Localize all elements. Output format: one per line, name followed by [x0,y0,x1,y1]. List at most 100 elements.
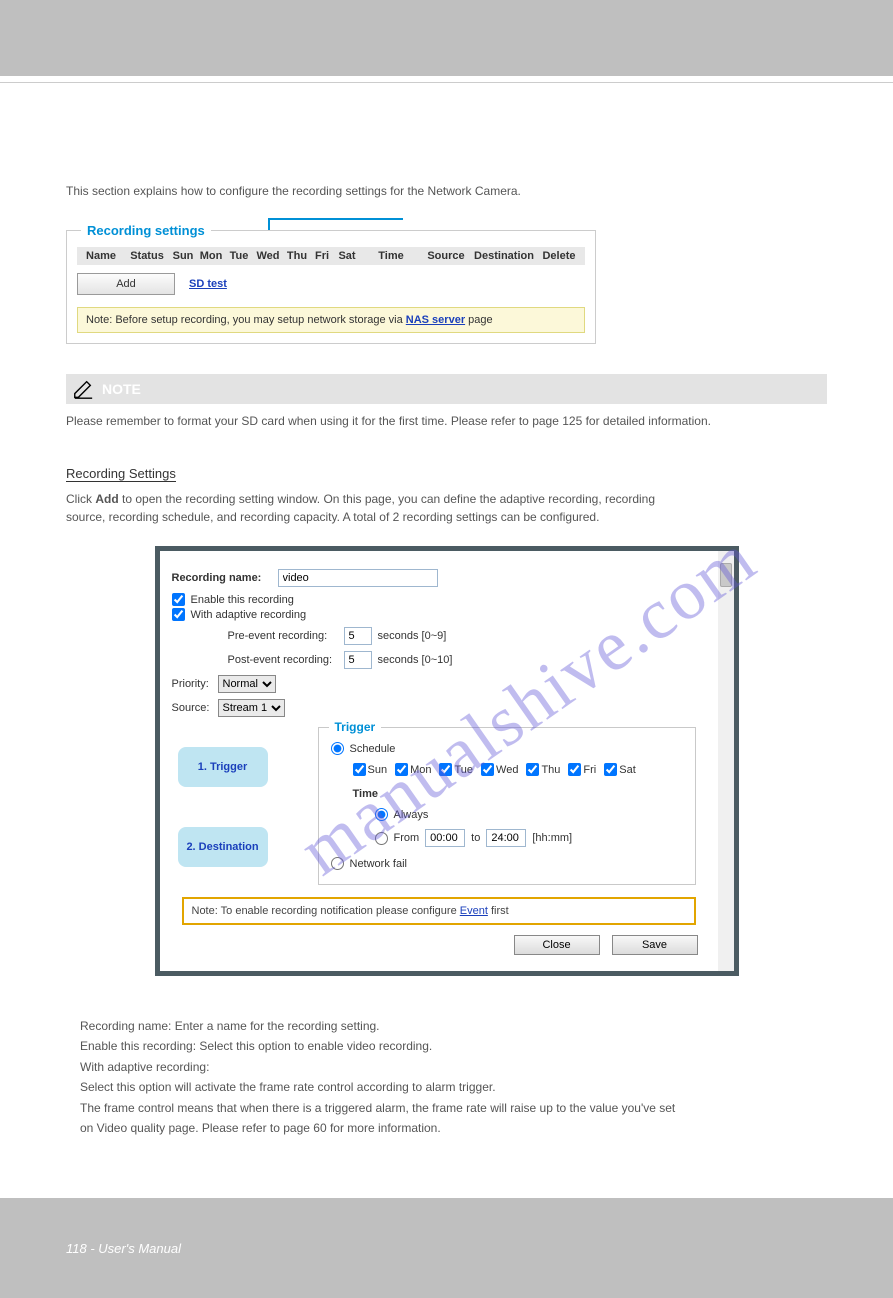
recording-settings-heading: Recording Settings [66,466,176,482]
panel-legend: Recording settings [81,223,211,238]
col-fri: Fri [311,250,333,262]
col-destination: Destination [471,250,537,262]
scrollbar-thumb[interactable] [720,563,732,587]
bullet-3b: Select this option will activate the fra… [80,1077,827,1097]
divider [0,82,893,83]
always-label: Always [394,809,429,821]
col-sun: Sun [169,250,197,262]
footer-bar: 118 - User's Manual [0,1198,893,1298]
adaptive-recording-label: With adaptive recording [191,609,307,621]
bullet-3c: The frame control means that when there … [80,1098,827,1118]
pre-event-suffix: seconds [0~9] [378,630,447,642]
step-trigger[interactable]: 1. Trigger [178,747,268,787]
days-row: Sun Mon Tue Wed Thu Fri Sat [353,763,683,776]
from-time-input[interactable] [425,829,465,847]
day-mon-label: Mon [410,764,431,776]
col-mon: Mon [197,250,225,262]
txt: Add [95,492,118,506]
bullet-3a: With adaptive recording: [80,1057,209,1077]
note-text: Please remember to format your SD card w… [66,412,827,430]
from-label: From [394,832,420,844]
day-thu-checkbox[interactable] [526,763,539,776]
col-status: Status [125,250,169,262]
event-link[interactable]: Event [460,905,488,917]
txt: Click [66,492,95,506]
day-tue-checkbox[interactable] [439,763,452,776]
bullet-1: Recording name: Enter a name for the rec… [80,1016,380,1036]
note-prefix: Note: To enable recording notification p… [192,905,460,917]
day-mon-checkbox[interactable] [395,763,408,776]
trigger-legend: Trigger [329,720,382,734]
hhmm-label: [hh:mm] [532,832,572,844]
bullet-3d: on Video quality page. Please refer to p… [80,1118,827,1138]
add-button[interactable]: Add [77,273,175,295]
day-wed-checkbox[interactable] [481,763,494,776]
schedule-label: Schedule [350,743,396,755]
pencil-icon [72,378,94,400]
day-wed-label: Wed [496,764,518,776]
pre-event-label: Pre-event recording: [228,630,344,642]
col-tue: Tue [225,250,253,262]
bullet-list: ■Recording name: Enter a name for the re… [66,1016,827,1138]
day-fri-checkbox[interactable] [568,763,581,776]
priority-label: Priority: [172,678,218,690]
col-time: Time [361,250,421,262]
post-event-suffix: seconds [0~10] [378,654,453,666]
post-event-input[interactable] [344,651,372,669]
save-button[interactable]: Save [612,935,698,955]
callout-line [268,218,403,220]
adaptive-recording-checkbox[interactable] [172,608,185,621]
pre-event-input[interactable] [344,627,372,645]
col-source: Source [421,250,471,262]
to-label: to [471,832,480,844]
to-time-input[interactable] [486,829,526,847]
recording-name-input[interactable] [278,569,438,587]
txt: source, recording schedule, and recordin… [66,510,599,524]
event-note: Note: To enable recording notification p… [182,897,696,925]
day-sun-checkbox[interactable] [353,763,366,776]
subtitle: Advanced Mode [66,148,827,164]
note-suffix: page [465,314,493,326]
step-destination[interactable]: 2. Destination [178,827,268,867]
schedule-radio[interactable] [331,742,344,755]
post-event-label: Post-event recording: [228,654,344,666]
source-select[interactable]: Stream 1 [218,699,285,717]
day-fri-label: Fri [583,764,596,776]
always-radio[interactable] [375,808,388,821]
day-tue-label: Tue [454,764,473,776]
enable-recording-label: Enable this recording [191,594,294,606]
col-thu: Thu [283,250,311,262]
day-thu-label: Thu [541,764,560,776]
time-label: Time [353,788,683,800]
nas-note: Note: Before setup recording, you may se… [77,307,585,333]
day-sun-label: Sun [368,764,388,776]
nas-server-link[interactable]: NAS server [406,314,465,326]
header-bar [0,0,893,76]
priority-select[interactable]: Normal [218,675,276,693]
close-button[interactable]: Close [514,935,600,955]
recording-settings-panel: Recording settings Name Status Sun Mon T… [66,230,596,344]
col-name: Name [77,250,125,262]
day-sat-label: Sat [619,764,636,776]
note-suffix: first [488,905,509,917]
bullet-2: Enable this recording: Select this optio… [80,1036,432,1056]
recording-name-label: Recording name: [172,572,278,584]
intro-text: This section explains how to configure t… [66,182,827,200]
enable-recording-checkbox[interactable] [172,593,185,606]
network-fail-radio[interactable] [331,857,344,870]
source-label: Source: [172,702,218,714]
txt: to open the recording setting window. On… [119,492,655,506]
note-label: NOTE [102,381,141,397]
trigger-fieldset: Trigger Schedule Sun Mon Tue Wed Thu Fri… [318,727,696,885]
col-sat: Sat [333,250,361,262]
col-delete: Delete [537,250,581,262]
page-title: Recording > Recording settings [66,123,827,146]
from-radio[interactable] [375,832,388,845]
page-number: 118 - User's Manual [66,1241,181,1256]
day-sat-checkbox[interactable] [604,763,617,776]
table-header-row: Name Status Sun Mon Tue Wed Thu Fri Sat … [77,247,585,265]
sd-test-link[interactable]: SD test [189,278,227,290]
network-fail-label: Network fail [350,858,407,870]
note-prefix: Note: Before setup recording, you may se… [86,314,406,326]
recording-dialog: Recording name: Enable this recording Wi… [155,546,739,976]
